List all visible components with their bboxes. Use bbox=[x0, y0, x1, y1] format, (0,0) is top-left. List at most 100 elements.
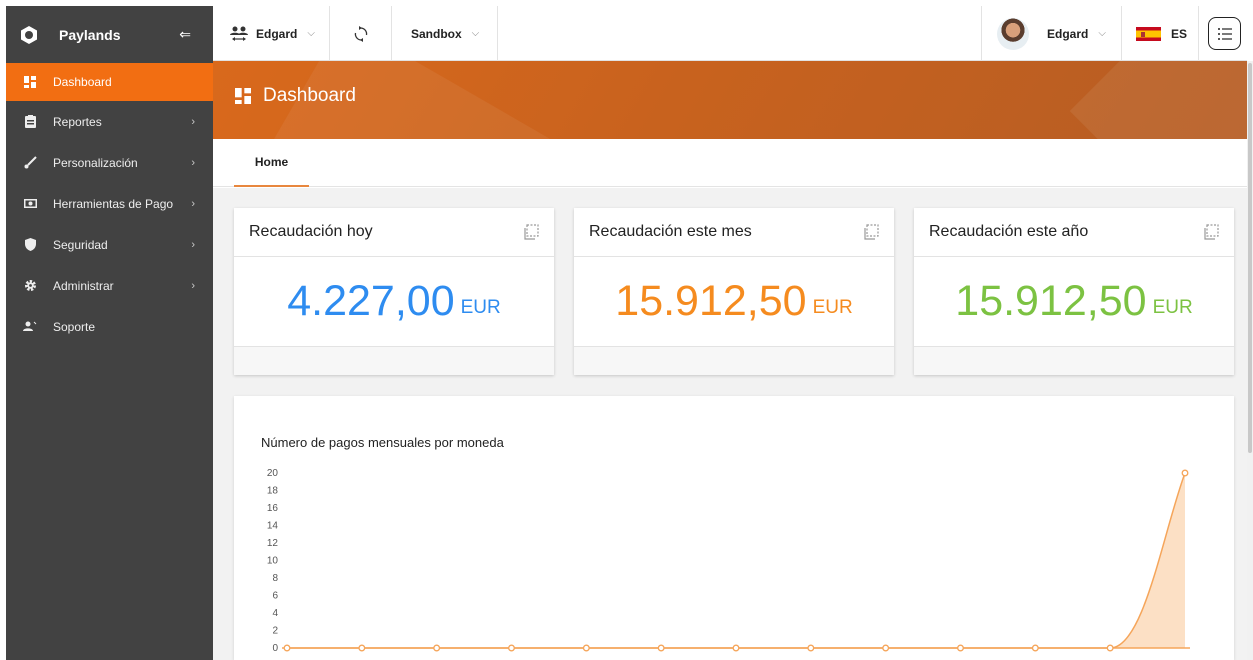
series-area bbox=[287, 473, 1185, 648]
avatar bbox=[997, 17, 1029, 50]
dashboard-icon bbox=[23, 75, 37, 89]
topbar: Edgard ⌵ Sandbox ⌵ Edgard ⌵ ES bbox=[213, 6, 1247, 61]
sidebar-item-dashboard[interactable]: Dashboard bbox=[6, 63, 213, 101]
account-name: Edgard bbox=[256, 26, 298, 41]
brand: Paylands ⇐ bbox=[6, 6, 213, 63]
copy-icon[interactable] bbox=[1203, 224, 1219, 240]
support-icon bbox=[23, 320, 37, 334]
y-tick-label: 2 bbox=[272, 626, 278, 637]
user-menu[interactable]: Edgard ⌵ bbox=[981, 6, 1122, 61]
data-point bbox=[283, 644, 291, 652]
card-footer bbox=[914, 346, 1234, 375]
scrollbar-thumb[interactable] bbox=[1248, 63, 1252, 453]
data-point bbox=[358, 644, 366, 652]
card-title: Recaudación hoy bbox=[249, 223, 373, 240]
data-point bbox=[1181, 469, 1189, 477]
data-point bbox=[1031, 644, 1039, 652]
chevron-right-icon: › bbox=[191, 279, 195, 292]
y-tick-label: 16 bbox=[267, 503, 279, 514]
chevron-right-icon: › bbox=[191, 197, 195, 210]
amount-value: 15.912,50 bbox=[955, 277, 1147, 325]
spain-flag-icon bbox=[1136, 26, 1161, 41]
sidebar-item-herramientas-de-pago[interactable]: Herramientas de Pago › bbox=[6, 183, 213, 224]
card-body: 15.912,50 EUR bbox=[914, 257, 1234, 346]
y-tick-label: 8 bbox=[272, 573, 278, 584]
currency-label: EUR bbox=[812, 296, 853, 318]
card-footer bbox=[234, 346, 554, 375]
sidebar-item-seguridad[interactable]: Seguridad › bbox=[6, 224, 213, 265]
tab-bar: Home bbox=[213, 139, 1247, 187]
sidebar-item-personalizacion[interactable]: Personalización › bbox=[6, 142, 213, 183]
user-name: Edgard bbox=[1047, 26, 1089, 41]
dashboard-icon bbox=[235, 88, 251, 104]
shield-icon bbox=[23, 238, 37, 252]
payment-tools-icon bbox=[23, 197, 37, 211]
y-tick-label: 20 bbox=[267, 468, 279, 479]
sidebar-item-soporte[interactable]: Soporte bbox=[6, 306, 213, 347]
monthly-payments-chart: 0 2 4 6 8 10 12 14 16 18 20 bbox=[267, 468, 1190, 654]
card-revenue-today: Recaudación hoy 4.227,00 EUR bbox=[234, 208, 554, 375]
chevron-right-icon: › bbox=[191, 238, 195, 251]
list-menu-icon bbox=[1217, 27, 1232, 40]
report-icon bbox=[23, 115, 37, 129]
copy-icon[interactable] bbox=[863, 224, 879, 240]
users-switch-icon bbox=[230, 26, 248, 41]
data-point bbox=[508, 644, 515, 652]
page-title-text: Dashboard bbox=[263, 85, 356, 106]
sidebar-item-label: Soporte bbox=[53, 319, 96, 334]
card-header: Recaudación hoy bbox=[234, 208, 554, 257]
sidebar-item-label: Administrar bbox=[53, 278, 114, 293]
menu-button[interactable] bbox=[1208, 17, 1241, 50]
sidebar-item-label: Personalización bbox=[53, 155, 138, 170]
card-revenue-month: Recaudación este mes 15.912,50 EUR bbox=[574, 208, 894, 375]
chevron-down-icon: ⌵ bbox=[1098, 28, 1106, 39]
y-tick-label: 4 bbox=[272, 608, 278, 619]
sidebar-item-label: Reportes bbox=[53, 114, 102, 129]
main-content: Recaudación hoy 4.227,00 EUR Recaudación… bbox=[213, 188, 1247, 660]
environment-name: Sandbox bbox=[411, 26, 462, 41]
page-title: Dashboard bbox=[235, 85, 356, 107]
amount-value: 4.227,00 bbox=[287, 277, 455, 325]
tab-home[interactable]: Home bbox=[234, 139, 309, 187]
collapse-sidebar-icon[interactable]: ⇐ bbox=[179, 26, 191, 43]
page-scrollbar[interactable] bbox=[1247, 61, 1253, 660]
chevron-right-icon: › bbox=[191, 115, 195, 128]
y-tick-label: 10 bbox=[267, 556, 279, 567]
y-tick-label: 0 bbox=[272, 643, 278, 654]
card-title: Recaudación este año bbox=[929, 223, 1089, 240]
card-revenue-year: Recaudación este año 15.912,50 EUR bbox=[914, 208, 1234, 375]
language-code: ES bbox=[1171, 26, 1188, 41]
sidebar-item-administrar[interactable]: Administrar › bbox=[6, 265, 213, 306]
sidebar-item-label: Herramientas de Pago bbox=[53, 196, 174, 211]
y-tick-label: 18 bbox=[267, 486, 279, 497]
chevron-right-icon: › bbox=[191, 156, 195, 169]
sidebar-item-label: Dashboard bbox=[53, 75, 112, 89]
amount-value: 15.912,50 bbox=[615, 277, 807, 325]
page-header-banner: Dashboard bbox=[213, 61, 1247, 139]
data-point bbox=[732, 644, 740, 652]
monthly-payments-chart-panel: Número de pagos mensuales por moneda 024… bbox=[234, 396, 1234, 660]
paylands-logo-icon bbox=[21, 25, 37, 44]
data-point bbox=[657, 644, 665, 652]
data-point bbox=[957, 644, 964, 652]
data-point bbox=[433, 644, 441, 652]
language-selector[interactable]: ES bbox=[1122, 6, 1199, 61]
data-point bbox=[582, 644, 590, 652]
card-body: 4.227,00 EUR bbox=[234, 257, 554, 346]
y-tick-label: 12 bbox=[267, 538, 279, 549]
sidebar: Paylands ⇐ Dashboard Reportes › Personal… bbox=[6, 6, 213, 660]
card-header: Recaudación este mes bbox=[574, 208, 894, 257]
refresh-button[interactable] bbox=[330, 6, 392, 61]
currency-label: EUR bbox=[1152, 296, 1193, 318]
sidebar-item-reportes[interactable]: Reportes › bbox=[6, 101, 213, 142]
environment-selector[interactable]: Sandbox ⌵ bbox=[392, 6, 498, 61]
brand-name: Paylands bbox=[59, 26, 121, 43]
account-selector[interactable]: Edgard ⌵ bbox=[213, 6, 330, 61]
y-tick-label: 6 bbox=[272, 591, 278, 602]
gear-icon bbox=[23, 279, 37, 293]
card-header: Recaudación este año bbox=[914, 208, 1234, 257]
series-line bbox=[287, 472, 1186, 649]
y-tick-label: 14 bbox=[267, 521, 279, 532]
copy-icon[interactable] bbox=[523, 224, 539, 240]
data-point bbox=[1106, 644, 1114, 652]
